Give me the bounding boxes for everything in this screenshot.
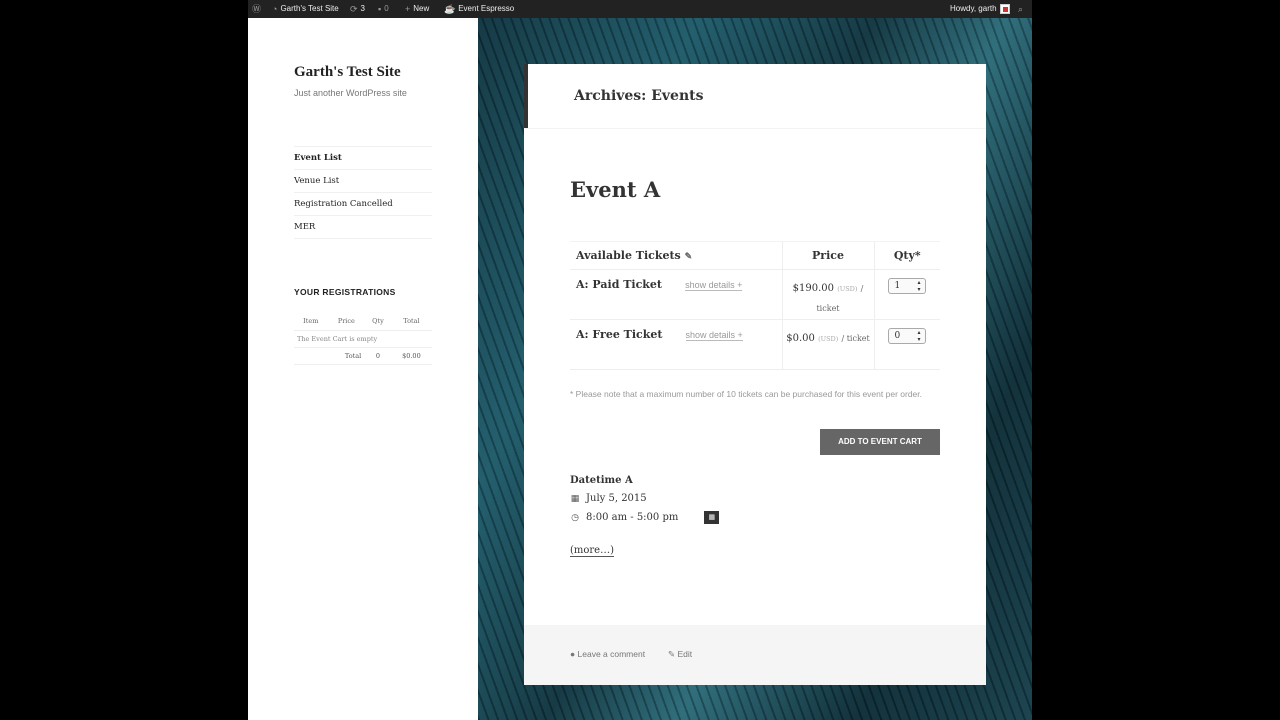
admin-bar-site-name: Garth's Test Site <box>280 4 339 13</box>
cart-total-qty: 0 <box>365 347 391 365</box>
table-row: A: Free Ticket show details + $0.00 (USD… <box>570 319 940 370</box>
admin-bar-new[interactable]: + New <box>405 0 429 18</box>
admin-bar-account[interactable]: Howdy, garth <box>950 0 1010 18</box>
search-icon[interactable]: ⌕ <box>1018 0 1023 18</box>
plugin-label: Event Espresso <box>458 4 515 13</box>
edit-link[interactable]: ✎ Edit <box>668 649 692 660</box>
event-date-row: ▦ July 5, 2015 <box>570 493 647 504</box>
event-title[interactable]: Event A <box>570 177 660 202</box>
cart-header-qty: Qty <box>365 313 391 331</box>
nav-item-venue-list[interactable]: Venue List <box>294 170 432 193</box>
ticket-limit-note: * Please note that a maximum number of 1… <box>570 389 922 399</box>
admin-bar-updates[interactable]: ⟳ 3 <box>350 0 365 18</box>
site-description: Just another WordPress site <box>294 88 407 98</box>
tickets-header-price: Price <box>781 241 874 270</box>
ticket-icon: ✎ <box>684 252 693 262</box>
cart-total-amount: $0.00 <box>390 347 432 365</box>
cart-total-label: Total <box>294 347 366 365</box>
nav-item-event-list[interactable]: Event List <box>294 147 432 170</box>
tickets-header-name: Available Tickets ✎ <box>570 241 782 270</box>
event-date: July 5, 2015 <box>586 493 647 504</box>
avatar <box>999 4 1010 14</box>
widget-title: YOUR REGISTRATIONS <box>294 287 396 297</box>
comment-icon: ● <box>570 649 576 659</box>
comments-count: 0 <box>384 4 389 13</box>
ticket-selector-table: Available Tickets ✎ Price Qty* A: Paid T… <box>570 241 940 370</box>
comment-icon: ▪ <box>378 4 382 14</box>
archive-header: Archives: Events <box>524 64 986 128</box>
updates-icon: ⟳ <box>350 4 358 14</box>
event-time: 8:00 am - 5:00 pm <box>586 512 679 523</box>
show-details-link[interactable]: show details + <box>685 330 743 341</box>
cart-header-price: Price <box>327 313 366 331</box>
main-navigation: Event List Venue List Registration Cance… <box>294 146 432 239</box>
admin-bar-comments[interactable]: ▪ 0 <box>378 0 389 18</box>
pencil-icon: ✎ <box>668 649 676 659</box>
plus-icon: + <box>405 4 411 14</box>
add-to-event-cart-button[interactable]: ADD TO EVENT CART <box>820 429 940 455</box>
ticket-name: A: Paid Ticket <box>576 278 662 291</box>
greeting: Howdy, garth <box>950 4 997 13</box>
ticket-price: $0.00 (USD) / ticket <box>786 333 870 344</box>
ticket-price: $190.00 (USD) / ticket <box>792 283 864 313</box>
dashboard-icon: ◔ <box>272 4 278 14</box>
currency-label: (USD) <box>837 285 858 293</box>
wordpress-logo-icon[interactable]: Ⓦ <box>252 0 261 18</box>
per-ticket-label: / ticket <box>841 334 870 343</box>
table-row: A: Paid Ticket show details + $190.00 (U… <box>570 269 940 320</box>
show-details-link[interactable]: show details + <box>685 280 743 291</box>
site-title[interactable]: Garth's Test Site <box>294 64 401 81</box>
sidebar: Garth's Test Site Just another WordPress… <box>248 18 478 720</box>
updates-count: 3 <box>360 4 365 13</box>
cart-header-total: Total <box>390 313 432 331</box>
quantity-select[interactable]: 0 <box>887 328 926 344</box>
cart-header-item: Item <box>294 313 328 331</box>
new-label: New <box>413 4 430 13</box>
quantity-select[interactable]: 1 <box>887 278 926 294</box>
coffee-cup-icon: ☕ <box>444 4 456 14</box>
leave-comment-link[interactable]: ● Leave a comment <box>570 649 645 659</box>
clock-icon: ◷ <box>571 512 579 523</box>
event-time-row: ◷ 8:00 am - 5:00 pm ▦ <box>570 511 720 524</box>
add-to-calendar-icon[interactable]: ▦ <box>704 511 720 524</box>
calendar-icon: ▦ <box>570 493 580 504</box>
nav-item-mer[interactable]: MER <box>294 216 432 239</box>
event-cart-widget: Item Price Qty Total The Event Cart is e… <box>294 313 432 365</box>
ticket-name: A: Free Ticket <box>576 328 663 341</box>
admin-bar-event-espresso[interactable]: ☕ Event Espresso <box>444 0 514 18</box>
cart-empty-message: The Event Cart is empty <box>294 330 432 348</box>
currency-label: (USD) <box>818 335 839 343</box>
tickets-header-qty: Qty* <box>873 241 940 270</box>
more-link[interactable]: (more…) <box>570 545 615 557</box>
datetime-title: Datetime A <box>570 475 633 486</box>
entry-meta: ● Leave a comment ✎ Edit <box>524 625 986 685</box>
admin-bar-site-link[interactable]: ◔ Garth's Test Site <box>272 0 339 18</box>
admin-bar: Ⓦ ◔ Garth's Test Site ⟳ 3 ▪ 0 + New ☕ Ev… <box>248 0 1032 18</box>
event-article: Event A Available Tickets ✎ Price Qty* A… <box>524 128 986 625</box>
nav-item-registration-cancelled[interactable]: Registration Cancelled <box>294 193 432 216</box>
archive-title: Archives: Events <box>574 88 704 104</box>
